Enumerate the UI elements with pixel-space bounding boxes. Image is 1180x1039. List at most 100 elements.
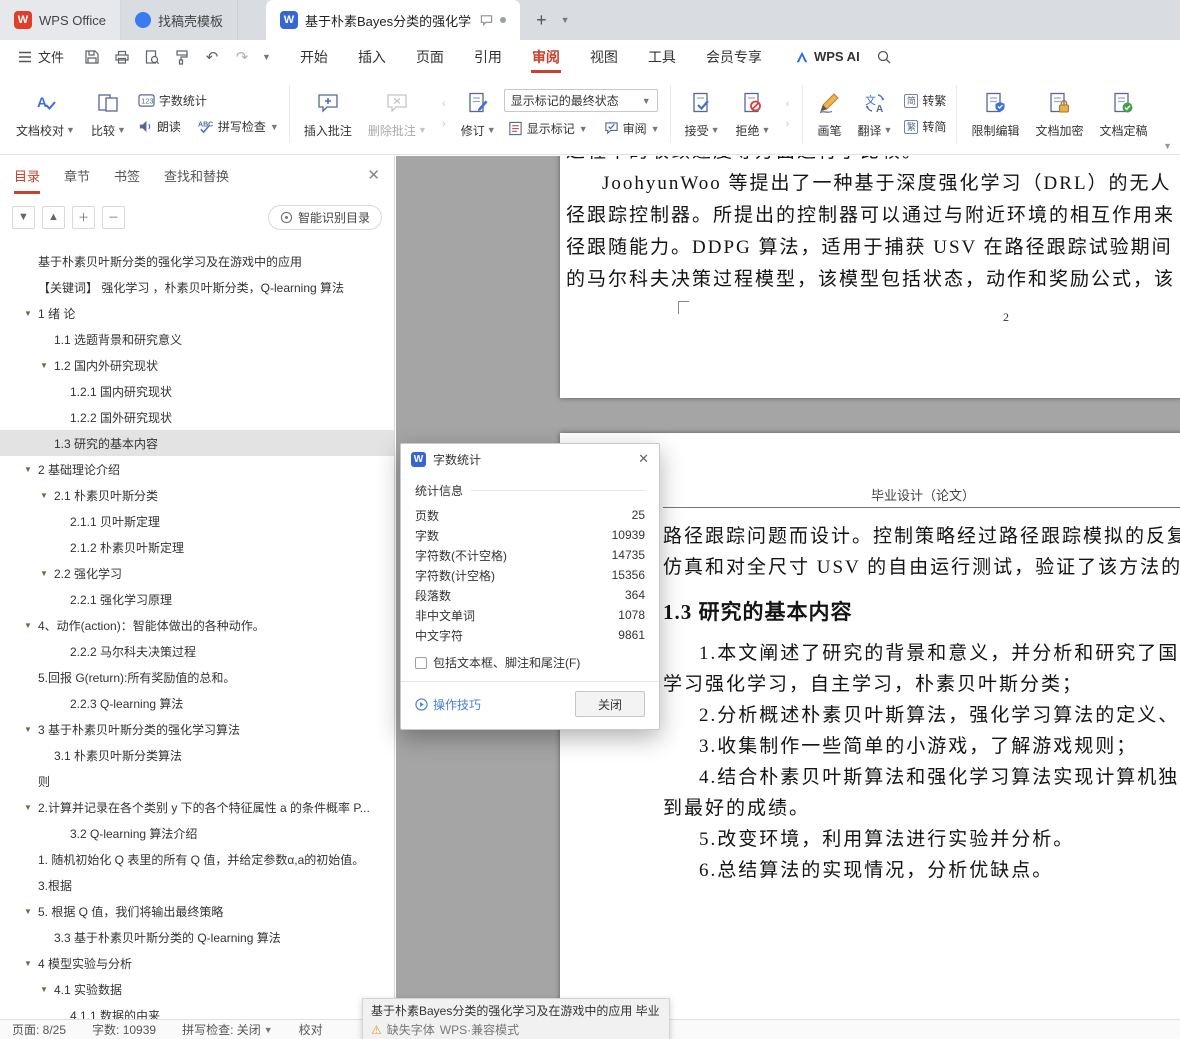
word-count-indicator[interactable]: 字数: 10939 (92, 1021, 156, 1038)
toc-item[interactable]: 5.回报 G(return):所有奖励值的总和。 (0, 664, 394, 690)
toc-item[interactable]: 1.2.1 国内研究现状 (0, 378, 394, 404)
print-preview-icon[interactable] (142, 47, 162, 67)
save-icon[interactable] (82, 47, 102, 67)
next-revision-icon[interactable]: › (778, 116, 796, 132)
toc-item[interactable]: ▼ 2.2 强化学习 (0, 560, 394, 586)
spell-check-status[interactable]: 拼写检查: 关闭 ▼ (182, 1021, 273, 1038)
zoom-in-outline-button[interactable]: ＋ (72, 205, 95, 229)
file-menu-button[interactable]: 文件 (10, 47, 72, 66)
smart-identify-toc-button[interactable]: 智能识别目录 (267, 204, 382, 230)
menu-page[interactable]: 页面 (401, 40, 459, 73)
dialog-title-bar[interactable]: W 字数统计 ✕ (401, 444, 659, 474)
accept-revision-button[interactable]: 接受 ▼ (677, 85, 728, 143)
close-dialog-button[interactable]: 关闭 (575, 691, 645, 717)
toc-collapse-icon[interactable]: ▼ (24, 959, 38, 968)
toc-item[interactable]: 3.1 朴素贝叶斯分类算法 (0, 742, 394, 768)
collapse-all-button[interactable]: ▲ (42, 205, 65, 229)
review-mode-button[interactable]: 审阅 ▼ (600, 119, 664, 138)
insert-comment-button[interactable]: 插入批注 (296, 85, 360, 143)
toc-item[interactable]: 3.3 基于朴素贝叶斯分类的 Q-learning 算法 (0, 924, 394, 950)
menu-review-active[interactable]: 审阅 (517, 40, 575, 73)
toc-item[interactable]: 基于朴素贝叶斯分类的强化学习及在游戏中的应用 (0, 248, 394, 274)
print-icon[interactable] (112, 47, 132, 67)
toc-collapse-icon[interactable]: ▼ (40, 361, 54, 370)
spell-check-button[interactable]: ABC 拼写检查 ▼ (193, 117, 283, 136)
dialog-close-icon[interactable]: ✕ (638, 451, 649, 467)
toc-collapse-icon[interactable]: ▼ (24, 621, 38, 630)
tab-template[interactable]: 找稿壳模板 (121, 0, 238, 40)
sidebar-tab-find-replace[interactable]: 查找和替换 (164, 156, 229, 194)
tab-wps-office[interactable]: W WPS Office (0, 0, 121, 40)
toc-item[interactable]: 4.1.1 数据的由来 (0, 1002, 394, 1020)
toc-item[interactable]: 1. 随机初始化 Q 表里的所有 Q 值，并给定参数α,a的初始值。 (0, 846, 394, 872)
toc-item[interactable]: ▼ 2.计算并记录在各个类别 y 下的各个特征属性 a 的条件概率 P... (0, 794, 394, 820)
format-painter-icon[interactable] (172, 47, 192, 67)
toc-collapse-icon[interactable]: ▼ (40, 491, 54, 500)
ink-pen-button[interactable]: 画笔 (809, 85, 849, 143)
previous-revision-icon[interactable]: ‹ (778, 96, 796, 112)
tips-link[interactable]: 操作技巧 (415, 696, 481, 713)
toc-item[interactable]: 2.1.2 朴素贝叶斯定理 (0, 534, 394, 560)
menu-membership[interactable]: 会员专享 (691, 40, 777, 73)
word-count-button[interactable]: 123 字数统计 (134, 91, 283, 110)
toc-item[interactable]: 【关键词】 强化学习 ，朴素贝叶斯分类，Q-learning 算法 (0, 274, 394, 300)
toc-item[interactable]: ▼ 3 基于朴素贝叶斯分类的强化学习算法 (0, 716, 394, 742)
proofread-status[interactable]: 校对 (299, 1021, 323, 1038)
tab-document-active[interactable]: W 基于朴素Bayes分类的强化学 (265, 0, 521, 40)
sidebar-close-icon[interactable]: ✕ (367, 166, 380, 184)
toc-collapse-icon[interactable]: ▼ (24, 725, 38, 734)
toc-item[interactable]: ▼ 1.2 国内外研究现状 (0, 352, 394, 378)
toc-item[interactable]: 3.根据 (0, 872, 394, 898)
toc-item[interactable]: 2.2.1 强化学习原理 (0, 586, 394, 612)
toc-item[interactable]: ▼ 5. 根据 Q 值，我们将输出最终策略 (0, 898, 394, 924)
show-markup-button[interactable]: 显示标记 ▼ (504, 119, 592, 138)
toc-collapse-icon[interactable]: ▼ (24, 465, 38, 474)
doc-proofread-button[interactable]: A 文档校对 ▼ (8, 85, 83, 143)
ribbon-collapse-icon[interactable]: ▼ (1163, 141, 1172, 151)
expand-all-button[interactable]: ▼ (12, 205, 35, 229)
undo-icon[interactable]: ↶ (202, 47, 222, 67)
menu-view[interactable]: 视图 (575, 40, 633, 73)
comment-bubble-icon[interactable] (480, 14, 493, 27)
toc-item[interactable]: 1.3 研究的基本内容 (0, 430, 394, 456)
sidebar-tab-contents[interactable]: 目录 (14, 156, 41, 194)
delete-comment-button[interactable]: 删除批注 ▼ (360, 85, 435, 143)
toc-collapse-icon[interactable]: ▼ (24, 803, 38, 812)
toc-item[interactable]: 2.2.2 马尔科夫决策过程 (0, 638, 394, 664)
toc-item[interactable]: 1.2.2 国外研究现状 (0, 404, 394, 430)
restrict-editing-button[interactable]: 限制编辑 (963, 85, 1027, 143)
toc-collapse-icon[interactable]: ▼ (24, 309, 38, 318)
toc-item[interactable]: 2.2.3 Q-learning 算法 (0, 690, 394, 716)
menu-insert[interactable]: 插入 (343, 40, 401, 73)
menu-home[interactable]: 开始 (285, 40, 343, 73)
toc-item[interactable]: ▼ 4.1 实验数据 (0, 976, 394, 1002)
document-page-2[interactable]: 过程中的收敛速度等方面进行了比较。 JoohyunWoo 等提出了一种基于深度强化… (560, 156, 1180, 398)
toc-item[interactable]: 2.1.1 贝叶斯定理 (0, 508, 394, 534)
search-icon[interactable] (876, 49, 892, 65)
toc-collapse-icon[interactable]: ▼ (40, 569, 54, 578)
toc-item[interactable]: 1.1 选题背景和研究意义 (0, 326, 394, 352)
quick-access-dropdown-icon[interactable]: ▼ (262, 52, 271, 62)
translate-button[interactable]: 文A 翻译 ▼ (849, 85, 900, 143)
encrypt-doc-button[interactable]: 文档加密 (1027, 85, 1091, 143)
sidebar-tab-bookmarks[interactable]: 书签 (114, 156, 140, 194)
sidebar-tab-chapters[interactable]: 章节 (64, 156, 90, 194)
zoom-out-outline-button[interactable]: － (102, 205, 125, 229)
include-textbox-checkbox-row[interactable]: 包括文本框、脚注和尾注(F) (415, 654, 645, 671)
track-changes-button[interactable]: 修订 ▼ (453, 85, 504, 143)
toc-item[interactable]: ▼ 1 绪 论 (0, 300, 394, 326)
new-tab-button[interactable]: + (536, 11, 547, 29)
finalize-doc-button[interactable]: 文档定稿 (1091, 85, 1155, 143)
previous-comment-icon[interactable]: ‹ (435, 96, 453, 112)
redo-icon[interactable]: ↷ (232, 47, 252, 67)
toc-collapse-icon[interactable]: ▼ (24, 907, 38, 916)
reject-revision-button[interactable]: 拒绝 ▼ (728, 85, 779, 143)
to-traditional-button[interactable]: 简 转繁 (900, 91, 950, 110)
menu-reference[interactable]: 引用 (459, 40, 517, 73)
toc-item[interactable]: ▼ 2.1 朴素贝叶斯分类 (0, 482, 394, 508)
markup-state-select[interactable]: 显示标记的最终状态 ▼ (503, 89, 658, 112)
toc-item[interactable]: ▼ 4 模型实验与分析 (0, 950, 394, 976)
tab-list-dropdown-icon[interactable]: ▼ (561, 15, 570, 25)
menu-tools[interactable]: 工具 (633, 40, 691, 73)
read-aloud-button[interactable]: 朗读 (134, 117, 185, 136)
